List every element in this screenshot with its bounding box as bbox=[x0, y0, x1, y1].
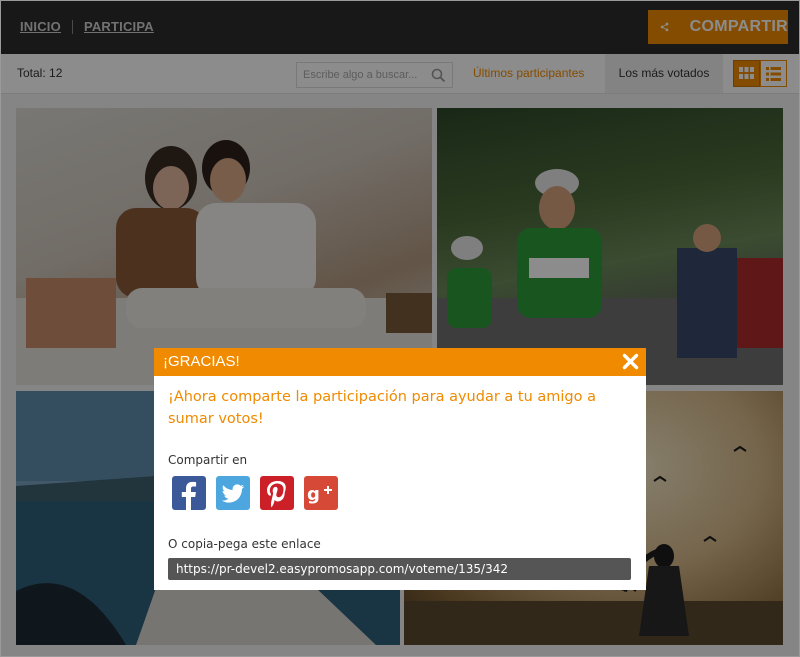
modal-title: ¡GRACIAS! bbox=[163, 353, 240, 370]
modal-message: ¡Ahora comparte la participación para ay… bbox=[168, 389, 596, 427]
twitter-share-button[interactable] bbox=[216, 476, 250, 510]
facebook-share-button[interactable] bbox=[172, 476, 206, 510]
pinterest-share-button[interactable] bbox=[260, 476, 294, 510]
social-share-buttons: g bbox=[172, 476, 338, 510]
twitter-icon bbox=[221, 484, 245, 503]
pinterest-icon bbox=[267, 481, 286, 508]
thanks-modal: ¡GRACIAS! ¡Ahora comparte la participaci… bbox=[154, 348, 646, 590]
facebook-icon bbox=[181, 481, 197, 510]
modal-header: ¡GRACIAS! bbox=[154, 348, 646, 376]
share-on-label: Compartir en bbox=[168, 453, 248, 467]
copy-link-label: O copia-pega este enlace bbox=[168, 537, 321, 551]
share-link-field[interactable]: https://pr-devel2.easypromosapp.com/vote… bbox=[168, 558, 631, 580]
google-plus-icon: g bbox=[307, 484, 332, 505]
svg-text:g: g bbox=[307, 484, 320, 505]
close-icon[interactable] bbox=[622, 353, 639, 370]
google-plus-share-button[interactable]: g bbox=[304, 476, 338, 510]
